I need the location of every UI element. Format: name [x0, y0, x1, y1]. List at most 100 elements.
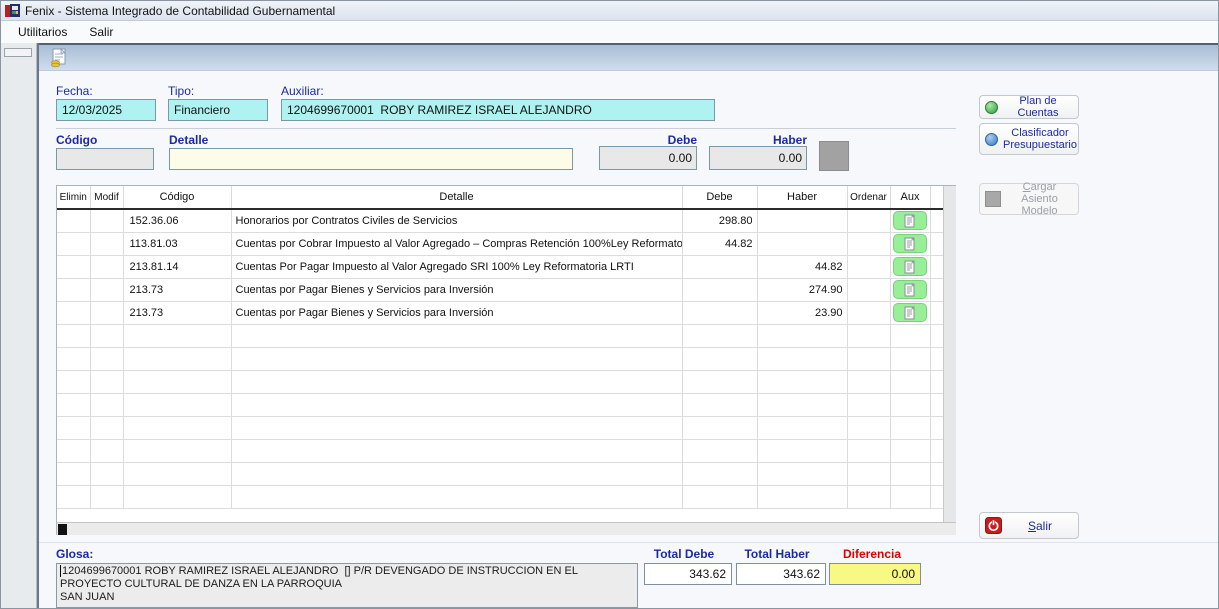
- elimin-cell[interactable]: [57, 255, 90, 278]
- debe-cell: [682, 347, 757, 370]
- codigo-cell: [123, 393, 231, 416]
- elimin-cell[interactable]: [57, 416, 90, 439]
- table-row[interactable]: 113.81.03 Cuentas por Cobrar Impuesto al…: [57, 232, 943, 255]
- debe-cell: [682, 439, 757, 462]
- haber-cell: [757, 462, 847, 485]
- elimin-cell[interactable]: [57, 485, 90, 508]
- aux-button[interactable]: [893, 280, 927, 299]
- modif-cell[interactable]: [90, 462, 123, 485]
- ordenar-cell[interactable]: [847, 393, 890, 416]
- modif-cell[interactable]: [90, 370, 123, 393]
- elimin-cell[interactable]: [57, 439, 90, 462]
- table-row[interactable]: [57, 370, 943, 393]
- grey-square-icon: [985, 191, 1001, 207]
- left-panel-handle[interactable]: [4, 48, 32, 57]
- ordenar-cell[interactable]: [847, 301, 890, 324]
- ordenar-cell[interactable]: [847, 255, 890, 278]
- add-entry-button[interactable]: [819, 141, 849, 171]
- plan-de-cuentas-button[interactable]: Plan de Cuentas: [979, 95, 1079, 119]
- table-row[interactable]: 213.81.14 Cuentas Por Pagar Impuesto al …: [57, 255, 943, 278]
- ordenar-cell[interactable]: [847, 370, 890, 393]
- modif-cell[interactable]: [90, 393, 123, 416]
- modif-cell[interactable]: [90, 416, 123, 439]
- haber-input[interactable]: [709, 146, 807, 170]
- codigo-cell: [123, 347, 231, 370]
- total-debe-value: 343.62: [644, 563, 732, 585]
- elimin-cell[interactable]: [57, 462, 90, 485]
- new-entry-icon[interactable]: [48, 47, 70, 69]
- fecha-input[interactable]: [56, 99, 156, 121]
- horizontal-scrollbar-thumb[interactable]: [58, 524, 67, 535]
- filler-cell: [930, 439, 943, 462]
- modif-cell[interactable]: [90, 324, 123, 347]
- modif-cell[interactable]: [90, 347, 123, 370]
- cargar-asiento-modelo-button[interactable]: Cargar Asiento Modelo: [979, 183, 1079, 215]
- notepad-icon: [904, 306, 916, 320]
- aux-button[interactable]: [893, 257, 927, 276]
- elimin-cell[interactable]: [57, 393, 90, 416]
- ordenar-cell[interactable]: [847, 347, 890, 370]
- ordenar-cell[interactable]: [847, 209, 890, 232]
- aux-button[interactable]: [893, 303, 927, 322]
- table-row[interactable]: [57, 393, 943, 416]
- table-row[interactable]: [57, 439, 943, 462]
- modif-cell[interactable]: [90, 209, 123, 232]
- haber-cell: [757, 324, 847, 347]
- table-row[interactable]: [57, 485, 943, 508]
- elimin-cell[interactable]: [57, 324, 90, 347]
- ordenar-cell[interactable]: [847, 232, 890, 255]
- elimin-cell[interactable]: [57, 232, 90, 255]
- menu-utilitarios[interactable]: Utilitarios: [9, 23, 76, 41]
- table-row[interactable]: 152.36.06 Honorarios por Contratos Civil…: [57, 209, 943, 232]
- elimin-cell[interactable]: [57, 347, 90, 370]
- filler-cell: [930, 462, 943, 485]
- ordenar-cell[interactable]: [847, 439, 890, 462]
- modif-cell[interactable]: [90, 232, 123, 255]
- table-row[interactable]: [57, 462, 943, 485]
- modif-cell[interactable]: [90, 255, 123, 278]
- modif-cell[interactable]: [90, 485, 123, 508]
- tipo-input[interactable]: [168, 99, 268, 121]
- table-row[interactable]: [57, 324, 943, 347]
- auxiliar-input[interactable]: [281, 99, 715, 121]
- filler-cell: [930, 485, 943, 508]
- header-codigo: Código: [123, 186, 231, 209]
- filler-cell: [930, 255, 943, 278]
- ordenar-cell[interactable]: [847, 416, 890, 439]
- salir-button[interactable]: Salir: [979, 512, 1079, 539]
- codigo-input[interactable]: [56, 148, 154, 170]
- ordenar-cell[interactable]: [847, 462, 890, 485]
- aux-button[interactable]: [893, 211, 927, 230]
- debe-cell: [682, 255, 757, 278]
- haber-cell: [757, 393, 847, 416]
- debe-input[interactable]: [599, 146, 697, 170]
- ordenar-cell[interactable]: [847, 485, 890, 508]
- table-row[interactable]: 213.73 Cuentas por Pagar Bienes y Servic…: [57, 301, 943, 324]
- modif-cell[interactable]: [90, 439, 123, 462]
- notepad-icon: [904, 237, 916, 251]
- table-horizontal-scrollbar[interactable]: [57, 522, 956, 535]
- menu-salir[interactable]: Salir: [80, 23, 122, 41]
- elimin-cell[interactable]: [57, 209, 90, 232]
- elimin-cell[interactable]: [57, 301, 90, 324]
- tipo-label: Tipo:: [168, 84, 194, 98]
- clasificador-presupuestario-button[interactable]: Clasificador Presupuestario: [979, 123, 1079, 155]
- codigo-cell: 213.73: [123, 301, 231, 324]
- ordenar-cell[interactable]: [847, 278, 890, 301]
- modif-cell[interactable]: [90, 301, 123, 324]
- glosa-textbox[interactable]: 1204699670001 ROBY RAMIREZ ISRAEL ALEJAN…: [56, 563, 638, 608]
- codigo-cell: [123, 439, 231, 462]
- codigo-cell: 213.73: [123, 278, 231, 301]
- table-row[interactable]: 213.73 Cuentas por Pagar Bienes y Servic…: [57, 278, 943, 301]
- ordenar-cell[interactable]: [847, 324, 890, 347]
- table-vertical-scrollbar[interactable]: [943, 186, 956, 522]
- modif-cell[interactable]: [90, 278, 123, 301]
- haber-cell: [757, 209, 847, 232]
- elimin-cell[interactable]: [57, 370, 90, 393]
- elimin-cell[interactable]: [57, 278, 90, 301]
- table-row[interactable]: [57, 416, 943, 439]
- table-row[interactable]: [57, 347, 943, 370]
- detalle-input[interactable]: [169, 148, 573, 170]
- aux-button[interactable]: [893, 234, 927, 253]
- debe-cell: 298.80: [682, 209, 757, 232]
